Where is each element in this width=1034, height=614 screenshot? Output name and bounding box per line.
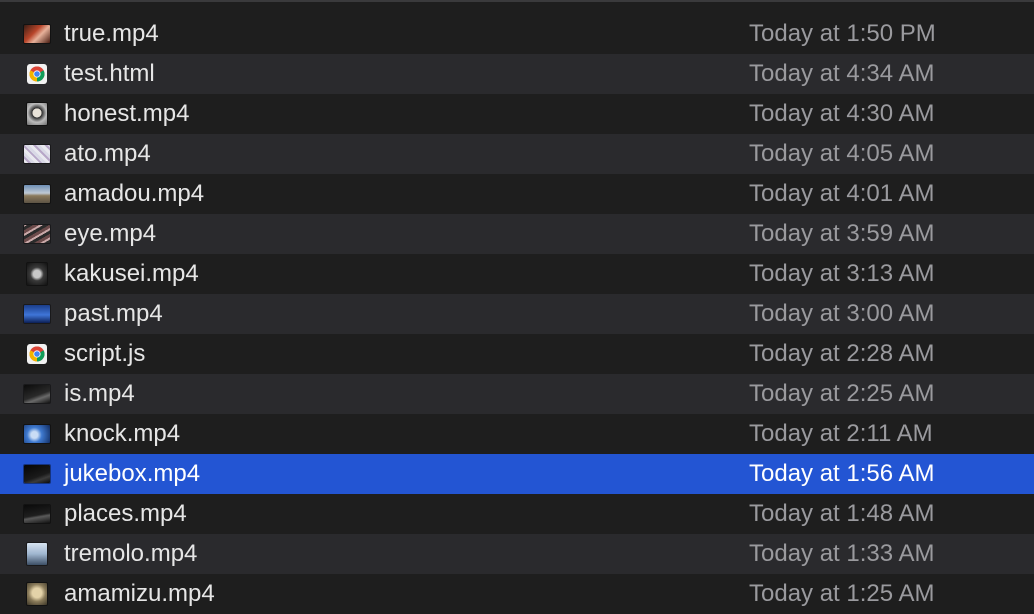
file-name: ato.mp4 (64, 140, 151, 167)
file-row[interactable]: true.mp4 Today at 1:50 PM (0, 14, 1034, 54)
file-date-modified: Today at 3:59 AM (749, 220, 935, 247)
file-row[interactable]: honest.mp4 Today at 4:30 AM (0, 94, 1034, 134)
file-row[interactable]: kakusei.mp4 Today at 3:13 AM (0, 254, 1034, 294)
file-name: test.html (64, 60, 155, 87)
file-date-modified: Today at 1:48 AM (749, 500, 935, 527)
video-thumbnail-icon (24, 383, 50, 405)
file-date-modified: Today at 2:28 AM (749, 340, 935, 367)
video-thumbnail-icon (24, 423, 50, 445)
video-thumbnail-icon (24, 103, 50, 125)
file-name: is.mp4 (64, 380, 135, 407)
video-thumbnail-icon (24, 23, 50, 45)
file-date-modified: Today at 1:33 AM (749, 540, 935, 567)
window-top-edge (0, 0, 1034, 14)
file-name: jukebox.mp4 (64, 460, 201, 487)
video-thumbnail-icon (24, 303, 50, 325)
file-name: honest.mp4 (64, 100, 190, 127)
file-row[interactable]: is.mp4 Today at 2:25 AM (0, 374, 1034, 414)
file-date-modified: Today at 2:25 AM (749, 380, 935, 407)
finder-window: true.mp4 Today at 1:50 PM test.html Today a… (0, 0, 1034, 614)
file-row[interactable]: eye.mp4 Today at 3:59 AM (0, 214, 1034, 254)
file-name: knock.mp4 (64, 420, 181, 447)
video-thumbnail-icon (24, 583, 50, 605)
file-row[interactable]: amadou.mp4 Today at 4:01 AM (0, 174, 1034, 214)
file-name: tremolo.mp4 (64, 540, 198, 567)
file-date-modified: Today at 3:13 AM (749, 260, 935, 287)
file-date-modified: Today at 1:25 AM (749, 580, 935, 607)
file-name: true.mp4 (64, 20, 159, 47)
file-row[interactable]: ato.mp4 Today at 4:05 AM (0, 134, 1034, 174)
file-row[interactable]: tremolo.mp4 Today at 1:33 AM (0, 534, 1034, 574)
file-date-modified: Today at 4:01 AM (749, 180, 935, 207)
file-name: amamizu.mp4 (64, 580, 215, 607)
video-thumbnail-icon (24, 143, 50, 165)
file-date-modified: Today at 3:00 AM (749, 300, 935, 327)
file-row[interactable]: test.html Today at 4:34 AM (0, 54, 1034, 94)
file-date-modified: Today at 1:56 AM (749, 460, 935, 487)
file-row[interactable]: past.mp4 Today at 3:00 AM (0, 294, 1034, 334)
file-name: past.mp4 (64, 300, 163, 327)
video-thumbnail-icon (24, 183, 50, 205)
file-date-modified: Today at 4:34 AM (749, 60, 935, 87)
file-row[interactable]: script.js Today at 2:28 AM (0, 334, 1034, 374)
video-thumbnail-icon (24, 463, 50, 485)
file-name: places.mp4 (64, 500, 187, 527)
file-name: kakusei.mp4 (64, 260, 199, 287)
file-date-modified: Today at 1:50 PM (749, 20, 936, 47)
file-row[interactable]: places.mp4 Today at 1:48 AM (0, 494, 1034, 534)
file-date-modified: Today at 2:11 AM (749, 420, 933, 447)
file-name: amadou.mp4 (64, 180, 205, 207)
file-date-modified: Today at 4:05 AM (749, 140, 935, 167)
file-date-modified: Today at 4:30 AM (749, 100, 935, 127)
chrome-document-icon (24, 63, 50, 85)
video-thumbnail-icon (24, 263, 50, 285)
video-thumbnail-icon (24, 503, 50, 525)
chrome-document-icon (24, 343, 50, 365)
file-list: true.mp4 Today at 1:50 PM test.html Today a… (0, 14, 1034, 614)
file-row[interactable]: knock.mp4 Today at 2:11 AM (0, 414, 1034, 454)
video-thumbnail-icon (24, 543, 50, 565)
file-row[interactable]: amamizu.mp4 Today at 1:25 AM (0, 574, 1034, 614)
file-name: script.js (64, 340, 146, 367)
file-name: eye.mp4 (64, 220, 157, 247)
file-row[interactable]: jukebox.mp4 Today at 1:56 AM (0, 454, 1034, 494)
video-thumbnail-icon (24, 223, 50, 245)
